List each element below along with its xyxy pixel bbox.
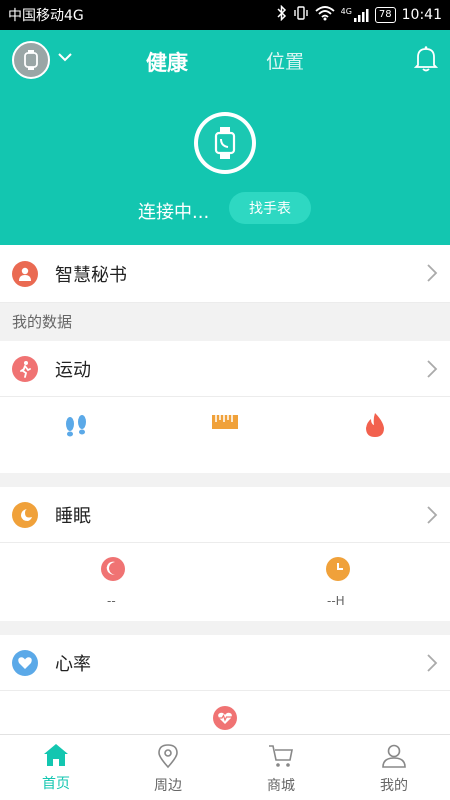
person-icon <box>12 260 38 287</box>
sport-label: 运动 <box>55 359 91 381</box>
cellular-icon: 4G <box>341 7 369 23</box>
sleep-row[interactable]: 睡眠 <box>0 487 450 543</box>
moon-icon <box>12 501 38 528</box>
nav-home[interactable]: 首页 <box>11 743 101 793</box>
nav-home-label: 首页 <box>42 776 70 792</box>
cart-icon <box>269 745 293 767</box>
status-icons: 4G 78 10:41 <box>277 4 442 25</box>
bottom-nav: 首页 周边 商城 我的 <box>0 734 450 800</box>
chevron-right-icon <box>426 359 438 383</box>
bluetooth-icon <box>277 4 287 25</box>
flame-icon <box>361 411 389 443</box>
smartwatch-icon <box>214 127 236 159</box>
nav-mall-label: 商城 <box>267 778 295 794</box>
nav-mine-label: 我的 <box>380 778 408 794</box>
heart-label: 心率 <box>55 653 91 675</box>
sleep-value: -- <box>107 594 116 608</box>
home-icon <box>44 744 68 766</box>
user-icon <box>382 744 406 768</box>
find-watch-button[interactable]: 找手表 <box>229 192 311 224</box>
heart-metrics <box>0 691 450 735</box>
location-pin-icon <box>158 744 178 769</box>
wake-value: --H <box>327 594 345 608</box>
sleep-moon-icon <box>100 556 126 586</box>
bell-icon[interactable] <box>413 45 439 77</box>
heart-row[interactable]: 心率 <box>0 635 450 691</box>
battery-indicator: 78 <box>374 7 396 23</box>
heart-icon <box>12 649 38 676</box>
status-bar: 中国移动4G 4G 78 10:41 <box>0 0 450 30</box>
connection-status: 连接中... <box>138 202 210 223</box>
chevron-down-icon[interactable] <box>56 48 74 70</box>
wifi-icon <box>315 5 335 25</box>
chevron-right-icon <box>426 505 438 529</box>
tab-location[interactable]: 位置 <box>266 47 304 74</box>
sleep-metrics: -- --H <box>0 543 450 621</box>
assistant-row[interactable]: 智慧秘书 <box>0 245 450 303</box>
nav-mine[interactable]: 我的 <box>349 743 439 795</box>
nav-nearby-label: 周边 <box>154 778 182 794</box>
sport-row[interactable]: 运动 <box>0 341 450 397</box>
nav-nearby[interactable]: 周边 <box>123 743 213 795</box>
top-tabs: 健康 位置 <box>0 30 450 90</box>
watch-status-circle[interactable] <box>194 112 256 174</box>
clock-text: 10:41 <box>401 7 442 23</box>
carrier-text: 中国移动4G <box>8 8 84 24</box>
clock-icon <box>325 556 351 586</box>
health-header: 健康 位置 连接中... 找手表 <box>0 30 450 245</box>
vibrate-icon <box>293 5 309 25</box>
sleep-label: 睡眠 <box>55 505 91 527</box>
tab-health[interactable]: 健康 <box>146 47 188 77</box>
watch-icon <box>24 50 38 70</box>
chevron-right-icon <box>426 653 438 677</box>
device-avatar[interactable] <box>12 41 50 79</box>
footprints-icon <box>62 411 90 441</box>
ruler-icon <box>211 411 239 437</box>
nav-mall[interactable]: 商城 <box>236 743 326 795</box>
heart-pulse-icon <box>212 705 238 735</box>
sport-metrics <box>0 397 450 473</box>
section-my-data: 我的数据 <box>0 303 450 341</box>
walking-icon <box>12 355 38 382</box>
assistant-label: 智慧秘书 <box>55 264 127 286</box>
chevron-right-icon <box>426 263 438 287</box>
